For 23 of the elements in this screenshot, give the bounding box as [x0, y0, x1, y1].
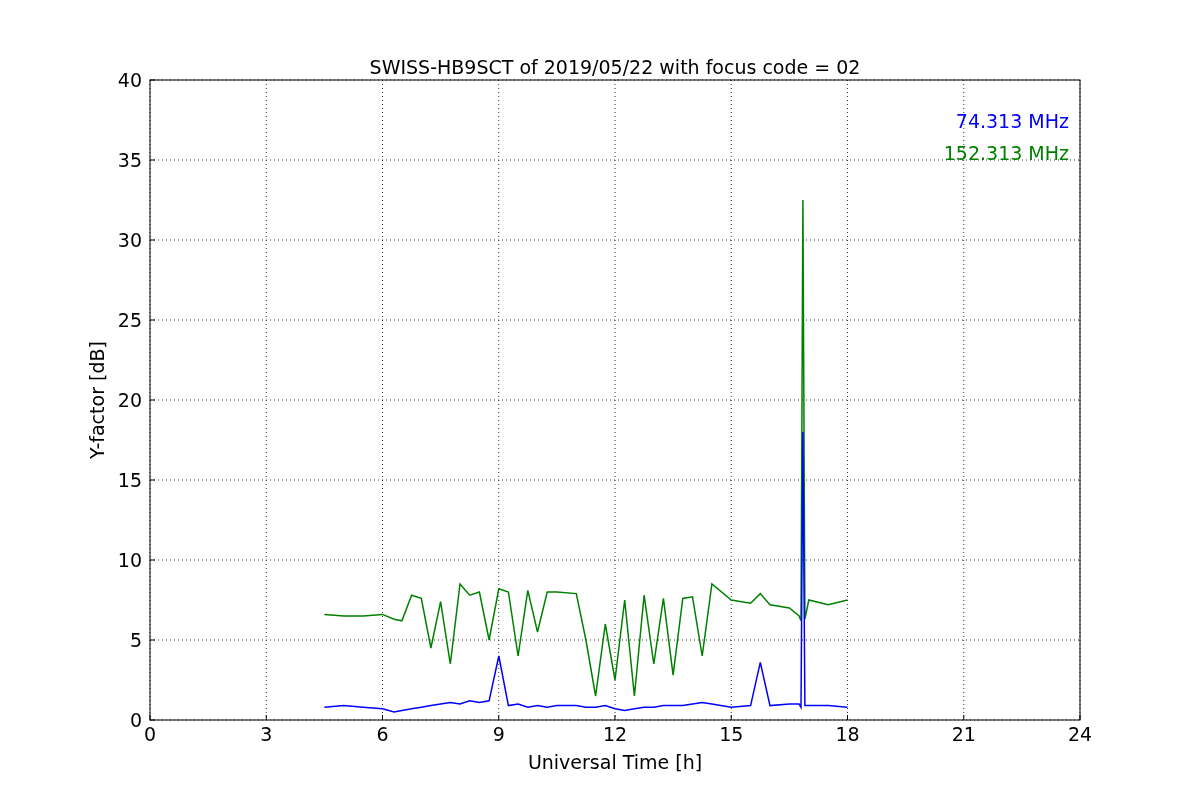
y-tick-label: 25	[117, 309, 142, 331]
x-tick-label: 3	[260, 723, 273, 745]
x-tick-label: 12	[602, 723, 628, 745]
y-tick-label: 15	[117, 469, 142, 491]
x-tick-label: 21	[951, 723, 976, 745]
x-tick-label: 6	[376, 723, 389, 745]
y-tick-label: 5	[129, 629, 142, 651]
legend-label: 152.313 MHz	[943, 142, 1069, 164]
y-tick-label: 0	[129, 709, 142, 731]
legend-label: 74.313 MHz	[955, 110, 1069, 132]
x-tick-label: 9	[492, 723, 505, 745]
y-tick-label: 35	[117, 149, 142, 171]
x-axis-label: Universal Time [h]	[527, 751, 703, 773]
x-tick-label: 15	[719, 723, 744, 745]
y-tick-label: 30	[117, 229, 142, 251]
x-tick-label: 0	[143, 723, 157, 745]
y-tick-label: 20	[117, 389, 142, 411]
y-tick-label: 10	[117, 549, 142, 571]
y-axis-label: Y-factor [dB]	[86, 341, 108, 459]
x-tick-label: 18	[835, 723, 860, 745]
chart-title: SWISS-HB9SCT of 2019/05/22 with focus code = 02	[369, 56, 861, 78]
x-tick-label: 24	[1067, 723, 1093, 745]
y-tick-label: 40	[117, 69, 142, 91]
